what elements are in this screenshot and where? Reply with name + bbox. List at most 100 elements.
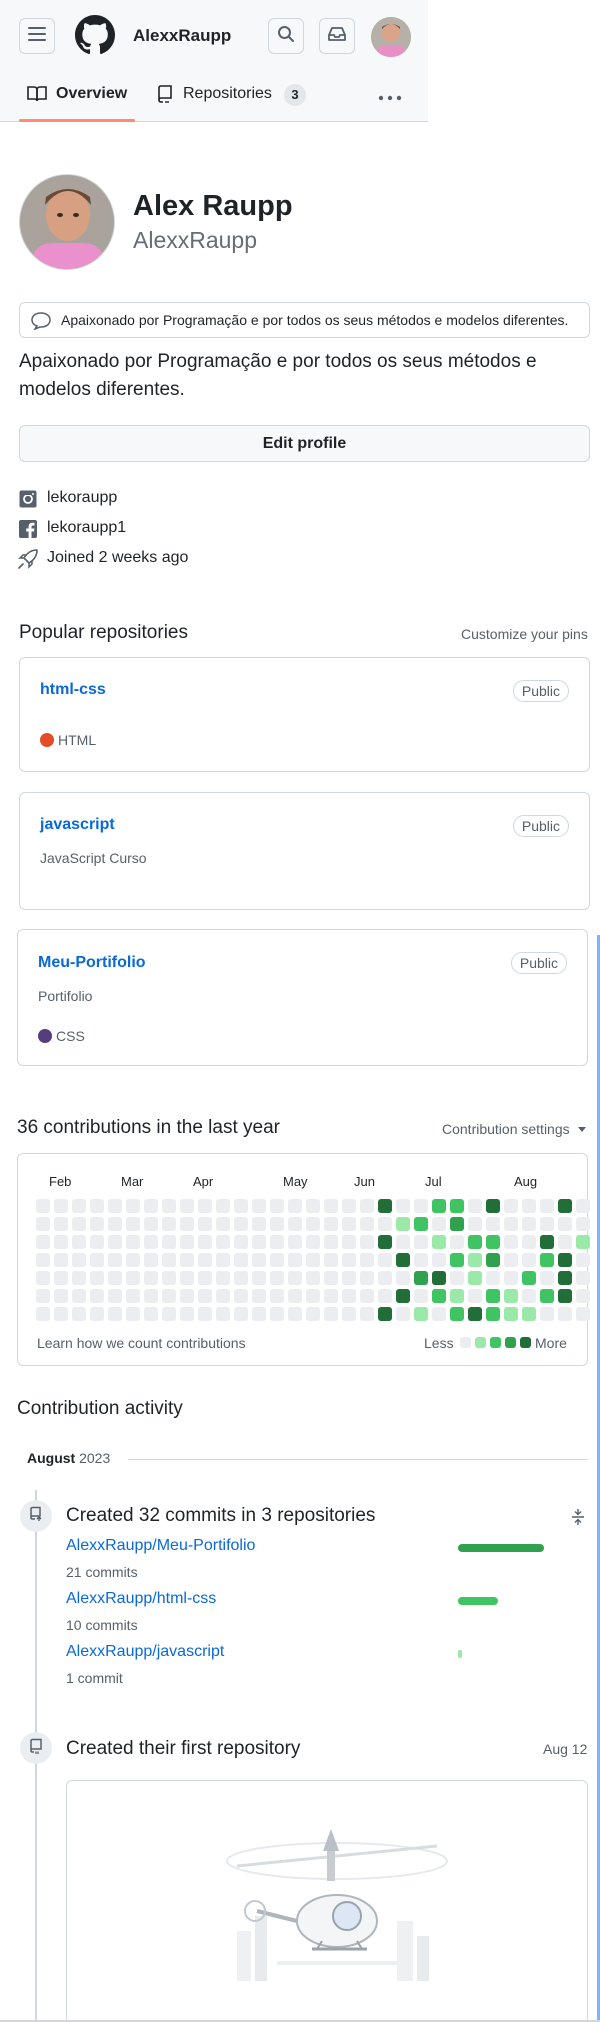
collapse-icon[interactable]: [571, 1508, 585, 1531]
contribution-day[interactable]: [486, 1307, 500, 1321]
learn-contributions-link[interactable]: Learn how we count contributions: [37, 1335, 246, 1351]
commit-repo-link[interactable]: AlexxRaupp/Meu-Portifolio: [66, 1537, 255, 1555]
contribution-day[interactable]: [306, 1199, 320, 1213]
contribution-day[interactable]: [252, 1307, 266, 1321]
contribution-day[interactable]: [450, 1199, 464, 1213]
contribution-day[interactable]: [576, 1235, 590, 1249]
contribution-day[interactable]: [414, 1235, 428, 1249]
repo-name-link[interactable]: javascript: [40, 816, 115, 834]
contribution-day[interactable]: [522, 1235, 536, 1249]
contribution-day[interactable]: [360, 1217, 374, 1231]
contribution-day[interactable]: [252, 1217, 266, 1231]
contribution-day[interactable]: [198, 1235, 212, 1249]
contribution-day[interactable]: [576, 1253, 590, 1267]
contribution-day[interactable]: [144, 1217, 158, 1231]
contribution-day[interactable]: [270, 1289, 284, 1303]
contribution-day[interactable]: [72, 1235, 86, 1249]
contribution-day[interactable]: [504, 1235, 518, 1249]
contribution-day[interactable]: [90, 1307, 104, 1321]
contribution-day[interactable]: [486, 1235, 500, 1249]
header-username[interactable]: AlexxRaupp: [133, 26, 231, 46]
contribution-day[interactable]: [540, 1253, 554, 1267]
inbox-button[interactable]: [319, 18, 355, 54]
contribution-day[interactable]: [198, 1253, 212, 1267]
contribution-day[interactable]: [486, 1271, 500, 1285]
contribution-day[interactable]: [288, 1217, 302, 1231]
contribution-day[interactable]: [414, 1307, 428, 1321]
contribution-day[interactable]: [450, 1235, 464, 1249]
contribution-day[interactable]: [180, 1307, 194, 1321]
contribution-day[interactable]: [198, 1289, 212, 1303]
contribution-day[interactable]: [414, 1253, 428, 1267]
contribution-day[interactable]: [432, 1199, 446, 1213]
contribution-day[interactable]: [432, 1235, 446, 1249]
contribution-day[interactable]: [486, 1199, 500, 1213]
contribution-day[interactable]: [270, 1307, 284, 1321]
contribution-day[interactable]: [234, 1217, 248, 1231]
contribution-day[interactable]: [468, 1199, 482, 1213]
contribution-day[interactable]: [486, 1253, 500, 1267]
instagram-handle[interactable]: lekoraupp: [47, 489, 117, 507]
contribution-day[interactable]: [180, 1217, 194, 1231]
contribution-day[interactable]: [432, 1271, 446, 1285]
contribution-day[interactable]: [468, 1307, 482, 1321]
contribution-day[interactable]: [180, 1253, 194, 1267]
contribution-day[interactable]: [306, 1235, 320, 1249]
contribution-day[interactable]: [432, 1217, 446, 1231]
commit-repo-link[interactable]: AlexxRaupp/javascript: [66, 1643, 224, 1661]
contribution-day[interactable]: [72, 1199, 86, 1213]
contribution-day[interactable]: [72, 1307, 86, 1321]
contribution-day[interactable]: [414, 1199, 428, 1213]
contribution-day[interactable]: [108, 1289, 122, 1303]
contribution-day[interactable]: [90, 1253, 104, 1267]
contribution-day[interactable]: [360, 1199, 374, 1213]
contribution-day[interactable]: [396, 1307, 410, 1321]
contribution-day[interactable]: [342, 1253, 356, 1267]
contribution-day[interactable]: [270, 1253, 284, 1267]
facebook-handle[interactable]: lekoraupp1: [47, 519, 126, 537]
contribution-day[interactable]: [450, 1289, 464, 1303]
contribution-day[interactable]: [450, 1217, 464, 1231]
contribution-day[interactable]: [36, 1253, 50, 1267]
contribution-day[interactable]: [252, 1199, 266, 1213]
contribution-day[interactable]: [342, 1307, 356, 1321]
contribution-day[interactable]: [108, 1271, 122, 1285]
contribution-day[interactable]: [504, 1307, 518, 1321]
contribution-day[interactable]: [576, 1307, 590, 1321]
more-tabs-icon[interactable]: [378, 88, 402, 106]
contribution-day[interactable]: [126, 1289, 140, 1303]
contribution-day[interactable]: [126, 1217, 140, 1231]
contribution-day[interactable]: [198, 1307, 212, 1321]
contribution-day[interactable]: [126, 1199, 140, 1213]
contribution-day[interactable]: [558, 1199, 572, 1213]
contribution-day[interactable]: [126, 1307, 140, 1321]
contribution-day[interactable]: [216, 1199, 230, 1213]
contribution-day[interactable]: [198, 1199, 212, 1213]
contribution-day[interactable]: [108, 1307, 122, 1321]
contribution-day[interactable]: [252, 1253, 266, 1267]
contribution-day[interactable]: [144, 1307, 158, 1321]
contribution-day[interactable]: [378, 1235, 392, 1249]
tab-overview[interactable]: Overview: [19, 80, 135, 122]
contribution-day[interactable]: [36, 1235, 50, 1249]
contribution-day[interactable]: [378, 1217, 392, 1231]
contribution-day[interactable]: [540, 1307, 554, 1321]
contribution-day[interactable]: [378, 1253, 392, 1267]
contribution-day[interactable]: [144, 1199, 158, 1213]
contribution-day[interactable]: [522, 1307, 536, 1321]
contribution-day[interactable]: [522, 1289, 536, 1303]
contribution-day[interactable]: [486, 1217, 500, 1231]
contribution-day[interactable]: [432, 1253, 446, 1267]
contribution-day[interactable]: [90, 1217, 104, 1231]
contribution-day[interactable]: [36, 1217, 50, 1231]
contribution-day[interactable]: [72, 1271, 86, 1285]
contribution-day[interactable]: [576, 1199, 590, 1213]
contribution-day[interactable]: [360, 1271, 374, 1285]
contribution-day[interactable]: [558, 1217, 572, 1231]
contribution-day[interactable]: [126, 1253, 140, 1267]
contribution-day[interactable]: [288, 1253, 302, 1267]
contribution-day[interactable]: [90, 1271, 104, 1285]
contribution-day[interactable]: [414, 1271, 428, 1285]
contribution-day[interactable]: [504, 1199, 518, 1213]
customize-pins-link[interactable]: Customize your pins: [461, 626, 588, 642]
